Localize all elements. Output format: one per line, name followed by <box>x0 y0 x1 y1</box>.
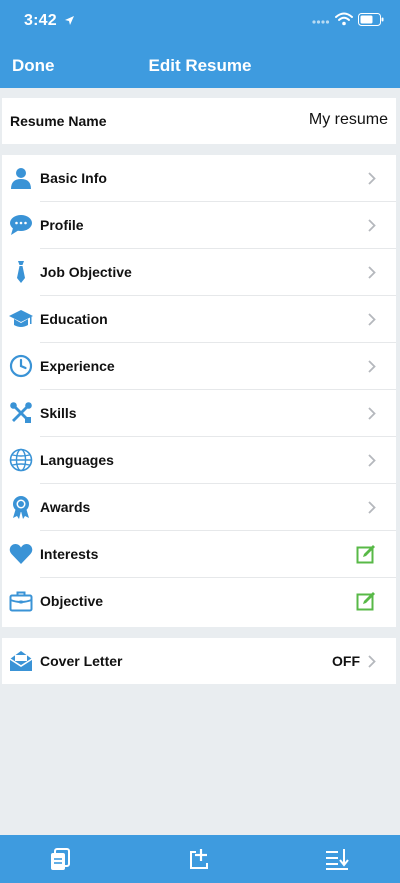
cover-letter-label: Cover Letter <box>40 653 123 669</box>
graduation-cap-icon <box>9 310 33 327</box>
edit-icon[interactable] <box>356 544 376 564</box>
header: 3:42 Done Edit Resume <box>0 0 400 88</box>
section-row-objective[interactable]: Objective <box>2 578 396 625</box>
briefcase-icon <box>9 591 33 612</box>
section-label: Objective <box>40 593 104 609</box>
status-bar: 3:42 <box>0 0 400 44</box>
resume-name-row[interactable]: Resume Name My resume <box>2 98 396 144</box>
documents-icon[interactable] <box>46 845 74 873</box>
cover-letter-card: Cover Letter OFF <box>2 638 396 684</box>
section-row-interests[interactable]: Interests <box>2 531 396 578</box>
chevron-right-icon <box>368 266 376 279</box>
chevron-right-icon <box>368 172 376 185</box>
envelope-icon <box>9 651 33 671</box>
chevron-right-icon <box>368 313 376 326</box>
done-button[interactable]: Done <box>12 56 55 76</box>
sections-list: Basic Info Profile Job Objective Educati… <box>2 155 396 627</box>
chevron-right-icon <box>368 655 376 668</box>
reorder-icon[interactable] <box>323 845 351 873</box>
battery-icon <box>358 13 384 26</box>
edit-icon[interactable] <box>356 591 376 611</box>
location-arrow-icon <box>65 16 74 25</box>
chevron-right-icon <box>368 360 376 373</box>
tools-icon <box>10 402 32 423</box>
chevron-right-icon <box>368 219 376 232</box>
section-label: Skills <box>40 405 77 421</box>
chat-bubble-icon <box>10 215 32 235</box>
section-row-education[interactable]: Education <box>2 296 396 343</box>
add-section-icon[interactable] <box>186 845 214 873</box>
section-row-languages[interactable]: Languages <box>2 437 396 484</box>
section-row-basic-info[interactable]: Basic Info <box>2 155 396 202</box>
tab-bar <box>0 835 400 883</box>
section-row-job-objective[interactable]: Job Objective <box>2 249 396 296</box>
resume-name-value[interactable]: My resume <box>309 111 388 129</box>
chevron-right-icon <box>368 501 376 514</box>
award-ribbon-icon <box>13 496 29 519</box>
tie-icon <box>17 261 25 283</box>
section-label: Education <box>40 311 108 327</box>
heart-icon <box>9 544 33 564</box>
resume-name-label: Resume Name <box>10 113 107 129</box>
section-row-experience[interactable]: Experience <box>2 343 396 390</box>
clock-icon <box>9 354 33 378</box>
section-label: Job Objective <box>40 264 132 280</box>
cellular-signal-icon <box>312 20 330 24</box>
nav-bar: Done Edit Resume <box>0 44 400 88</box>
section-label: Profile <box>40 217 84 233</box>
status-time: 3:42 <box>24 12 57 29</box>
page-title: Edit Resume <box>148 56 252 75</box>
cover-letter-row[interactable]: Cover Letter OFF <box>2 638 396 685</box>
section-row-profile[interactable]: Profile <box>2 202 396 249</box>
cover-letter-status: OFF <box>332 653 360 669</box>
section-row-awards[interactable]: Awards <box>2 484 396 531</box>
globe-icon <box>9 448 33 472</box>
section-label: Languages <box>40 452 114 468</box>
section-label: Awards <box>40 499 91 515</box>
section-label: Experience <box>40 358 115 374</box>
section-row-skills[interactable]: Skills <box>2 390 396 437</box>
chevron-right-icon <box>368 454 376 467</box>
chevron-right-icon <box>368 407 376 420</box>
section-label: Basic Info <box>40 170 107 186</box>
person-icon <box>11 168 31 189</box>
wifi-icon <box>335 12 353 26</box>
section-label: Interests <box>40 546 99 562</box>
